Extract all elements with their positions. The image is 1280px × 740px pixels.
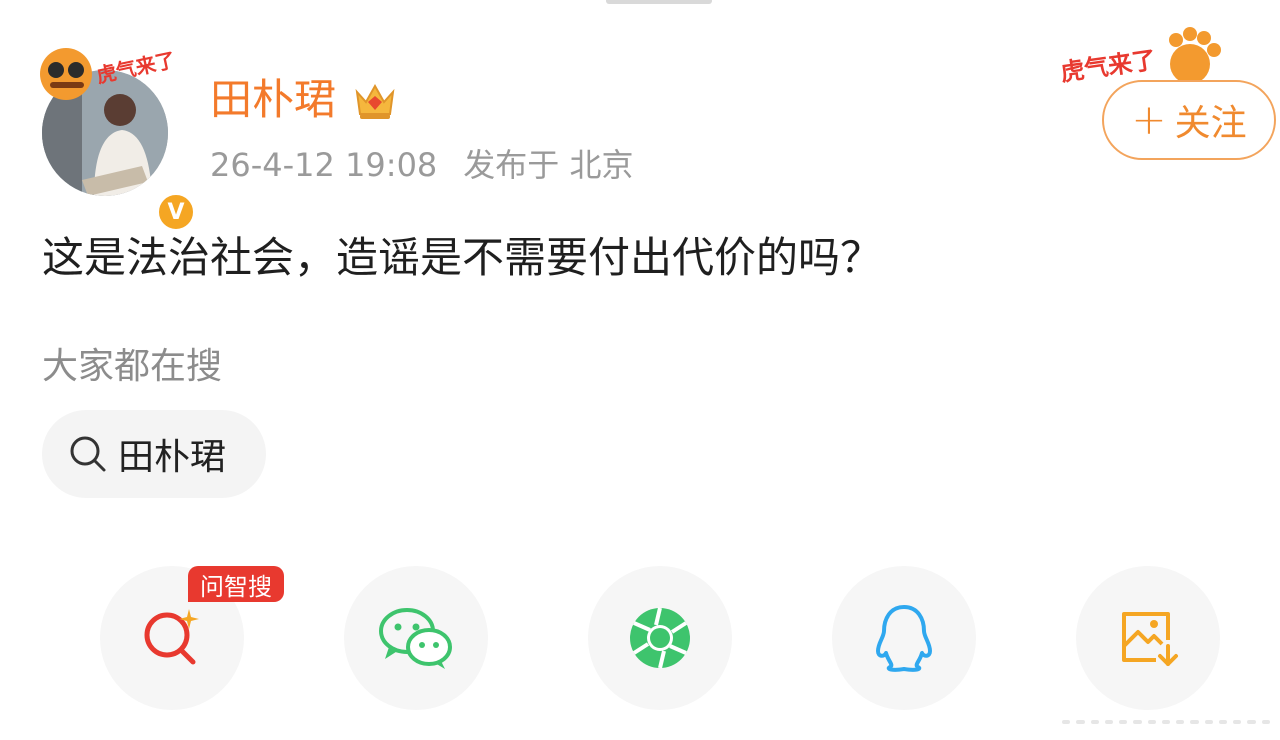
search-icon: [70, 436, 106, 472]
search-chip-label: 田朴珺: [118, 437, 227, 478]
search-suggestion-chip[interactable]: 田朴珺: [42, 410, 266, 498]
save-image-icon: [1122, 612, 1178, 666]
tiger-paw-decoration: 虎气来了: [1060, 27, 1221, 84]
share-moments-button[interactable]: [588, 566, 732, 710]
author-name[interactable]: 田朴珺: [210, 74, 336, 126]
share-wechat-button[interactable]: [344, 566, 488, 710]
crown-icon: [355, 83, 395, 119]
verified-badge: V: [156, 192, 196, 232]
svg-text:虎气来了: 虎气来了: [1060, 46, 1158, 84]
tiger-year-avatar-frame: 虎气来了: [40, 48, 177, 100]
follow-label: 关注: [1174, 103, 1247, 144]
author-avatar-group[interactable]: 虎气来了 V: [30, 40, 196, 232]
ai-search-badge: 问智搜: [188, 566, 284, 602]
follow-button[interactable]: + 关注: [1102, 80, 1276, 160]
share-save-image-button[interactable]: [1076, 566, 1220, 710]
qq-icon: [876, 605, 932, 672]
share-row-scroll-indicator: [1062, 720, 1270, 724]
post-location: 发布于 北京: [463, 146, 634, 184]
share-qq-button[interactable]: [832, 566, 976, 710]
post-time: 26-4-12 19:08: [210, 146, 438, 184]
search-suggestion-heading: 大家都在搜: [42, 346, 223, 387]
post-meta: 26-4-12 19:08 发布于 北京: [210, 144, 633, 186]
sheet-drag-handle[interactable]: [606, 0, 712, 4]
moments-icon: [630, 607, 690, 669]
ai-search-icon: [144, 609, 199, 665]
plus-icon: +: [1131, 95, 1167, 144]
post-content: 这是法治社会，造谣是不需要付出代价的吗？: [42, 233, 883, 282]
wechat-icon: [379, 608, 452, 669]
svg-text:虎气来了: 虎气来了: [94, 48, 177, 88]
